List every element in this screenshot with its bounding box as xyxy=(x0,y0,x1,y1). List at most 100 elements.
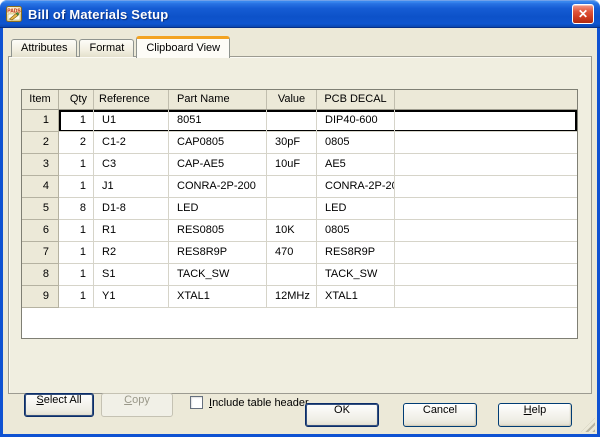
cell-value xyxy=(267,110,317,132)
row-body: 1 J1 CONRA-2P-200 CONRA-2P-200 xyxy=(59,176,577,198)
table-header-row: Item Qty Reference Part Name Value PCB D… xyxy=(22,90,577,110)
include-table-header-option[interactable]: Include table header xyxy=(190,396,309,409)
select-all-mnemonic: S xyxy=(36,394,43,406)
resize-grip[interactable] xyxy=(581,418,595,432)
row-body: 2 C1-2 CAP0805 30pF 0805 xyxy=(59,132,577,154)
svg-text:PADS: PADS xyxy=(7,8,21,14)
row-body: 1 R2 RES8R9P 470 RES8R9P xyxy=(59,242,577,264)
copy-label: opy xyxy=(132,394,150,406)
table-row[interactable]: 5 8 D1-8 LED LED xyxy=(22,198,577,220)
close-button[interactable]: ✕ xyxy=(572,4,594,24)
cell-pcb-decal: TACK_SW xyxy=(317,264,395,286)
column-header-part-name: Part Name xyxy=(169,90,267,109)
header-body: Qty Reference Part Name Value PCB DECAL xyxy=(59,90,577,109)
ok-button[interactable]: OK xyxy=(305,403,379,427)
cell-reference: J1 xyxy=(94,176,169,198)
cell-filler xyxy=(395,220,577,242)
table-row[interactable]: 4 1 J1 CONRA-2P-200 CONRA-2P-200 xyxy=(22,176,577,198)
cell-pcb-decal: 0805 xyxy=(317,132,395,154)
cell-part-name: CAP0805 xyxy=(169,132,267,154)
cell-filler xyxy=(395,176,577,198)
row-header-cell: 8 xyxy=(22,264,59,286)
cell-part-name: 8051 xyxy=(169,110,267,132)
cell-filler xyxy=(395,242,577,264)
select-all-button[interactable]: Select All xyxy=(24,393,94,417)
clipboard-view-panel: Item Qty Reference Part Name Value PCB D… xyxy=(8,56,592,394)
copy-button[interactable]: Copy xyxy=(101,393,173,417)
help-button[interactable]: Help xyxy=(498,403,572,427)
tab-bar: Attributes Format Clipboard View xyxy=(11,38,232,57)
cell-pcb-decal: CONRA-2P-200 xyxy=(317,176,395,198)
cell-reference: R1 xyxy=(94,220,169,242)
cell-value: 10K xyxy=(267,220,317,242)
cell-part-name: RES0805 xyxy=(169,220,267,242)
cell-qty: 1 xyxy=(59,264,94,286)
dialog-window: PADS Bill of Materials Setup ✕ Attribute… xyxy=(0,0,600,437)
column-header-qty: Qty xyxy=(59,90,94,109)
help-mnemonic: H xyxy=(524,404,532,416)
cell-part-name: TACK_SW xyxy=(169,264,267,286)
row-body: 1 C3 CAP-AE5 10uF AE5 xyxy=(59,154,577,176)
table-row[interactable]: 8 1 S1 TACK_SW TACK_SW xyxy=(22,264,577,286)
cell-filler xyxy=(395,264,577,286)
title-bar[interactable]: PADS Bill of Materials Setup ✕ xyxy=(0,0,600,28)
cell-qty: 1 xyxy=(59,242,94,264)
dialog-client-area: Attributes Format Clipboard View Item Qt… xyxy=(3,28,597,434)
table-row[interactable]: 6 1 R1 RES0805 10K 0805 xyxy=(22,220,577,242)
cell-reference: D1-8 xyxy=(94,198,169,220)
row-header-cell: 5 xyxy=(22,198,59,220)
include-table-header-checkbox[interactable] xyxy=(190,396,203,409)
row-header-cell: 1 xyxy=(22,110,59,132)
cell-part-name: XTAL1 xyxy=(169,286,267,308)
cell-part-name: CAP-AE5 xyxy=(169,154,267,176)
cell-pcb-decal: AE5 xyxy=(317,154,395,176)
cell-value: 30pF xyxy=(267,132,317,154)
cell-qty: 1 xyxy=(59,220,94,242)
cell-qty: 1 xyxy=(59,110,94,132)
column-header-value: Value xyxy=(267,90,317,109)
cell-value xyxy=(267,264,317,286)
cancel-button[interactable]: Cancel xyxy=(403,403,477,427)
copy-mnemonic: C xyxy=(124,394,132,406)
tab-format[interactable]: Format xyxy=(79,39,134,57)
cell-filler xyxy=(395,198,577,220)
cell-pcb-decal: 0805 xyxy=(317,220,395,242)
row-header-cell: 2 xyxy=(22,132,59,154)
table-row[interactable]: 1 1 U1 8051 DIP40-600 xyxy=(22,110,577,132)
include-header-text: nclude table header xyxy=(212,397,309,409)
row-header-cell: 9 xyxy=(22,286,59,308)
row-body: 8 D1-8 LED LED xyxy=(59,198,577,220)
row-body: 1 R1 RES0805 10K 0805 xyxy=(59,220,577,242)
cell-pcb-decal: RES8R9P xyxy=(317,242,395,264)
row-body: 1 Y1 XTAL1 12MHz XTAL1 xyxy=(59,286,577,308)
cell-value xyxy=(267,198,317,220)
cell-value: 12MHz xyxy=(267,286,317,308)
include-table-header-label[interactable]: Include table header xyxy=(209,397,309,409)
bom-table: Item Qty Reference Part Name Value PCB D… xyxy=(21,89,578,339)
column-header-item: Item xyxy=(22,90,59,109)
cell-reference: U1 xyxy=(94,110,169,132)
cell-part-name: RES8R9P xyxy=(169,242,267,264)
cell-filler xyxy=(395,110,577,132)
tab-attributes[interactable]: Attributes xyxy=(11,39,77,57)
tab-clipboard-view[interactable]: Clipboard View xyxy=(136,36,230,58)
cell-qty: 1 xyxy=(59,154,94,176)
table-row[interactable]: 9 1 Y1 XTAL1 12MHz XTAL1 xyxy=(22,286,577,308)
cell-qty: 8 xyxy=(59,198,94,220)
cell-qty: 2 xyxy=(59,132,94,154)
row-body: 1 S1 TACK_SW TACK_SW xyxy=(59,264,577,286)
cell-filler xyxy=(395,286,577,308)
table-row[interactable]: 7 1 R2 RES8R9P 470 RES8R9P xyxy=(22,242,577,264)
cell-pcb-decal: DIP40-600 xyxy=(317,110,395,132)
cell-reference: C1-2 xyxy=(94,132,169,154)
row-header-cell: 6 xyxy=(22,220,59,242)
table-row[interactable]: 2 2 C1-2 CAP0805 30pF 0805 xyxy=(22,132,577,154)
cell-part-name: CONRA-2P-200 xyxy=(169,176,267,198)
pads-app-icon: PADS xyxy=(6,6,22,22)
table-row[interactable]: 3 1 C3 CAP-AE5 10uF AE5 xyxy=(22,154,577,176)
cell-reference: C3 xyxy=(94,154,169,176)
window-title: Bill of Materials Setup xyxy=(28,7,572,22)
row-header-cell: 3 xyxy=(22,154,59,176)
help-label: elp xyxy=(532,404,547,416)
column-header-pcb-decal: PCB DECAL xyxy=(317,90,395,109)
